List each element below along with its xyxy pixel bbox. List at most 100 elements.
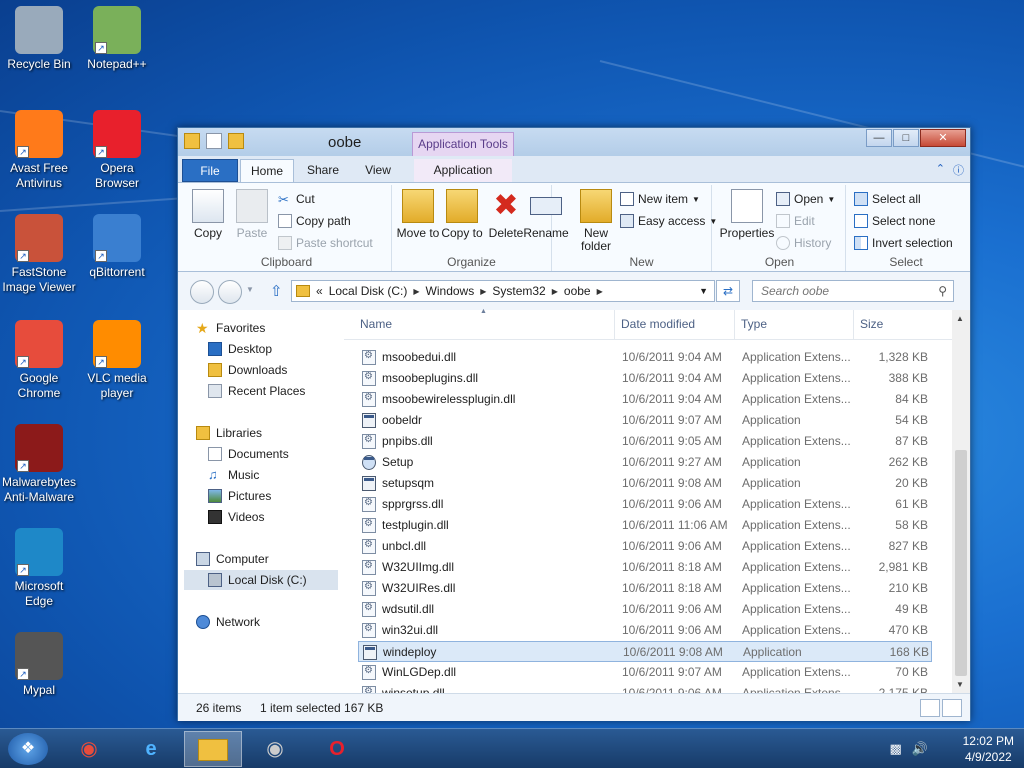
- help-icon[interactable]: ⓘ: [953, 162, 964, 178]
- back-button[interactable]: [190, 280, 214, 304]
- taskbar-internet-explorer[interactable]: e: [122, 731, 180, 767]
- vertical-scrollbar[interactable]: ▲ ▼: [952, 310, 970, 693]
- up-arrow-icon[interactable]: ⇧: [270, 282, 283, 300]
- new-folder-button[interactable]: New folder: [574, 189, 618, 253]
- chevron-right-icon[interactable]: ▶: [597, 287, 603, 296]
- explorer-window[interactable]: oobe Application Tools — □ ✕ File Home S…: [177, 127, 971, 721]
- nav-pictures[interactable]: Pictures: [208, 486, 336, 506]
- easy-access-button[interactable]: Easy access ▼: [620, 211, 717, 231]
- title-bar[interactable]: oobe Application Tools — □ ✕: [178, 128, 970, 156]
- paste-button[interactable]: Paste: [230, 189, 274, 240]
- tab-application[interactable]: Application: [414, 159, 512, 182]
- taskbar-file-explorer[interactable]: [184, 731, 242, 767]
- properties-button[interactable]: Properties: [718, 189, 776, 240]
- file-row[interactable]: msoobewirelessplugin.dll 10/6/2011 9:04 A…: [358, 389, 932, 410]
- taskbar-opera[interactable]: O: [308, 731, 366, 767]
- tab-share[interactable]: Share: [298, 159, 348, 182]
- search-input[interactable]: [753, 281, 923, 301]
- chevron-right-icon[interactable]: ▶: [552, 287, 558, 296]
- minimize-button[interactable]: —: [866, 129, 892, 147]
- tab-file[interactable]: File: [182, 159, 238, 182]
- details-view-button[interactable]: [920, 699, 940, 717]
- file-row[interactable]: spprgrss.dll 10/6/2011 9:06 AM Application…: [358, 494, 932, 515]
- address-overflow[interactable]: «: [316, 284, 323, 298]
- copy-button[interactable]: Copy: [186, 189, 230, 240]
- breadcrumb-windows[interactable]: Windows: [426, 284, 475, 298]
- recent-locations-icon[interactable]: ▼: [246, 285, 254, 294]
- column-size[interactable]: Size: [860, 317, 883, 331]
- scrollbar-thumb[interactable]: [955, 450, 967, 676]
- rename-button[interactable]: Rename: [522, 189, 570, 240]
- nav-documents[interactable]: Documents: [208, 444, 336, 464]
- desktop-icon-chrome[interactable]: ↗ Google Chrome: [0, 320, 78, 401]
- chevron-right-icon[interactable]: ▶: [413, 287, 419, 296]
- file-row[interactable]: setupsqm 10/6/2011 9:08 AM Application 20 K…: [358, 473, 932, 494]
- desktop-icon-recycle-bin[interactable]: Recycle Bin: [0, 6, 78, 72]
- nav-recent-places[interactable]: Recent Places: [208, 381, 336, 401]
- file-row[interactable]: win32ui.dll 10/6/2011 9:06 AM Application …: [358, 620, 932, 641]
- nav-libraries[interactable]: Libraries: [196, 423, 336, 443]
- desktop-icon-avast[interactable]: ↗ Avast Free Antivirus: [0, 110, 78, 191]
- ribbon-minimize-icon[interactable]: ⌃: [936, 162, 945, 178]
- scroll-down-icon[interactable]: ▼: [956, 680, 964, 689]
- file-row[interactable]: W32UIRes.dll 10/6/2011 8:18 AM Application…: [358, 578, 932, 599]
- new-folder-icon[interactable]: [228, 133, 244, 149]
- copy-to-button[interactable]: Copy to: [440, 189, 484, 240]
- file-row[interactable]: testplugin.dll 10/6/2011 11:06 AM Applicat…: [358, 515, 932, 536]
- file-row[interactable]: pnpibs.dll 10/6/2011 9:05 AM Application E…: [358, 431, 932, 452]
- search-icon[interactable]: ⚲: [938, 284, 947, 298]
- scroll-up-icon[interactable]: ▲: [956, 314, 964, 323]
- desktop-icon-vlc[interactable]: ↗ VLC media player: [78, 320, 156, 401]
- chevron-right-icon[interactable]: ▶: [480, 287, 486, 296]
- breadcrumb-system32[interactable]: System32: [492, 284, 545, 298]
- paste-shortcut-button[interactable]: Paste shortcut: [278, 233, 373, 253]
- nav-music[interactable]: ♫ Music: [208, 465, 336, 485]
- clock[interactable]: 12:02 PM 4/9/2022: [963, 733, 1014, 765]
- column-date-modified[interactable]: Date modified: [621, 317, 695, 331]
- volume-tray-icon[interactable]: 🔊: [912, 741, 928, 757]
- file-row[interactable]: msoobeplugins.dll 10/6/2011 9:04 AM Applic…: [358, 368, 932, 389]
- nav-local-disk[interactable]: Local Disk (C:): [184, 570, 338, 590]
- breadcrumb-oobe[interactable]: oobe: [564, 284, 591, 298]
- file-row[interactable]: Setup 10/6/2011 9:27 AM Application 262 KB: [358, 452, 932, 473]
- file-row[interactable]: msoobedui.dll 10/6/2011 9:04 AM Applicatio…: [358, 347, 932, 368]
- start-button[interactable]: ❖: [8, 733, 48, 765]
- move-to-button[interactable]: Move to: [396, 189, 440, 240]
- file-row[interactable]: unbcl.dll 10/6/2011 9:06 AM Application Ex…: [358, 536, 932, 557]
- tab-view[interactable]: View: [356, 159, 400, 182]
- new-item-button[interactable]: New item ▼: [620, 189, 700, 209]
- edit-button[interactable]: Edit: [776, 211, 815, 231]
- open-button[interactable]: Open ▼: [776, 189, 835, 209]
- search-box[interactable]: ⚲: [752, 280, 954, 302]
- nav-downloads[interactable]: Downloads: [208, 360, 336, 380]
- nav-videos[interactable]: Videos: [208, 507, 336, 527]
- nav-network[interactable]: Network: [196, 612, 336, 632]
- properties-icon[interactable]: [206, 133, 222, 149]
- file-row[interactable]: WinLGDep.dll 10/6/2011 9:07 AM Application…: [358, 662, 932, 683]
- folder-icon[interactable]: [184, 133, 200, 149]
- breadcrumb-local-disk[interactable]: Local Disk (C:): [329, 284, 408, 298]
- taskbar-mypal[interactable]: ◉: [246, 731, 304, 767]
- file-row[interactable]: W32UIImg.dll 10/6/2011 8:18 AM Application…: [358, 557, 932, 578]
- refresh-button[interactable]: ⇄: [716, 280, 740, 302]
- desktop-icon-edge[interactable]: ↗ Microsoft Edge: [0, 528, 78, 609]
- copy-path-button[interactable]: Copy path: [278, 211, 351, 231]
- taskbar-chrome[interactable]: ◉: [60, 731, 118, 767]
- nav-favorites[interactable]: ★ Favorites: [196, 318, 336, 338]
- history-button[interactable]: History: [776, 233, 831, 253]
- close-button[interactable]: ✕: [920, 129, 966, 147]
- nav-desktop[interactable]: Desktop: [208, 339, 336, 359]
- cut-button[interactable]: ✂ Cut: [278, 189, 315, 209]
- column-type[interactable]: Type: [741, 317, 767, 331]
- large-icons-view-button[interactable]: [942, 699, 962, 717]
- address-bar[interactable]: « Local Disk (C:) ▶ Windows ▶ System32 ▶…: [291, 280, 715, 302]
- maximize-button[interactable]: □: [893, 129, 919, 147]
- network-tray-icon[interactable]: ▩: [890, 741, 902, 757]
- nav-computer[interactable]: Computer: [196, 549, 336, 569]
- tab-home[interactable]: Home: [240, 159, 294, 183]
- select-none-button[interactable]: Select none: [854, 211, 935, 231]
- invert-selection-button[interactable]: Invert selection: [854, 233, 953, 253]
- address-dropdown-icon[interactable]: ▼: [699, 286, 708, 296]
- desktop-icon-opera[interactable]: ↗ Opera Browser: [78, 110, 156, 191]
- desktop-icon-malwarebytes[interactable]: ↗ Malwarebytes Anti-Malware: [0, 424, 78, 505]
